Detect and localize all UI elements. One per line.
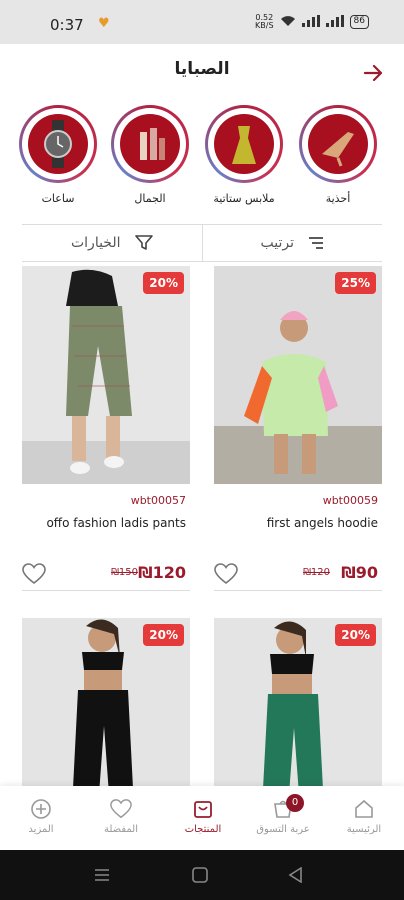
product-card[interactable]: 25% wbt00059 first angels hoodie ₪90 ₪12… bbox=[214, 266, 382, 591]
product-code: wbt00057 bbox=[130, 494, 186, 507]
discount-badge: 20% bbox=[143, 272, 184, 294]
filter-funnel-icon bbox=[134, 235, 153, 250]
heart-notification-icon: ♥ bbox=[98, 16, 110, 31]
product-image[interactable]: 25% bbox=[214, 266, 382, 484]
nav-cart[interactable]: عربة التسوق 0 bbox=[248, 794, 318, 835]
plus-circle-icon bbox=[31, 799, 51, 819]
dress-icon bbox=[232, 126, 256, 164]
sort-label: ترتيب bbox=[260, 235, 295, 251]
category-label: الجمال bbox=[134, 192, 166, 205]
discount-badge: 20% bbox=[335, 624, 376, 646]
favorite-heart-icon[interactable] bbox=[22, 563, 46, 585]
product-old-price: ₪150 bbox=[111, 567, 138, 578]
category-row: أحذية ملابس ستاتية الجمال ساعات bbox=[0, 105, 404, 215]
discount-badge: 20% bbox=[143, 624, 184, 646]
home-system-icon[interactable] bbox=[192, 867, 208, 883]
product-name: offo fashion ladis pants bbox=[46, 516, 186, 530]
category-womens-clothing[interactable]: ملابس ستاتية bbox=[202, 105, 286, 205]
category-label: ملابس ستاتية bbox=[213, 192, 275, 205]
nav-favorites-label: المفضلة bbox=[103, 824, 138, 835]
favorite-heart-icon[interactable] bbox=[214, 563, 238, 585]
android-system-nav bbox=[0, 850, 404, 900]
nav-products[interactable]: المنتجات bbox=[168, 798, 238, 835]
favorites-heart-icon bbox=[110, 799, 132, 819]
status-time: 0:37 bbox=[50, 16, 84, 34]
category-label: ساعات bbox=[41, 192, 75, 205]
page-title: الصبايا bbox=[174, 59, 230, 79]
product-image[interactable]: 20% bbox=[22, 266, 190, 484]
category-beauty[interactable]: الجمال bbox=[108, 105, 192, 205]
network-speed: 0.52 KB/S bbox=[255, 13, 274, 30]
cart-count-badge: 0 bbox=[286, 794, 304, 812]
nav-cart-label: عربة التسوق bbox=[256, 824, 310, 835]
product-old-price: ₪120 bbox=[303, 567, 330, 578]
discount-badge: 25% bbox=[335, 272, 376, 294]
home-icon bbox=[355, 799, 373, 818]
nav-more[interactable]: المزيد bbox=[6, 798, 76, 835]
sort-button[interactable]: ترتيب bbox=[203, 225, 383, 261]
nav-home[interactable]: الرئيسية bbox=[329, 798, 399, 835]
product-card[interactable]: 20% wbt00057 offo fashion ladis pants ₪1… bbox=[22, 266, 190, 591]
products-bag-icon bbox=[194, 801, 212, 818]
nav-favorites[interactable]: المفضلة bbox=[86, 798, 156, 835]
heel-shoe-icon bbox=[322, 132, 354, 167]
signal-icon-2 bbox=[325, 14, 344, 30]
category-label: أحذية bbox=[325, 192, 351, 205]
bottom-nav: الرئيسية عربة التسوق 0 المنتجات المفضلة … bbox=[0, 786, 404, 850]
signal-icon bbox=[301, 14, 320, 30]
cosmetics-icon bbox=[140, 128, 165, 160]
options-label: الخيارات bbox=[70, 235, 121, 251]
product-price: ₪90 bbox=[341, 563, 378, 582]
product-name: first angels hoodie bbox=[266, 516, 378, 530]
price-row: ₪120 ₪150 bbox=[22, 561, 190, 591]
category-watches[interactable]: ساعات bbox=[16, 105, 100, 205]
nav-more-label: المزيد bbox=[28, 824, 54, 835]
category-shoes[interactable]: أحذية bbox=[296, 105, 380, 205]
options-button[interactable]: الخيارات bbox=[22, 225, 202, 261]
status-bar: 0:37 ♥ 0.52 KB/S 86 bbox=[0, 0, 404, 44]
filter-bar: الخيارات ترتيب bbox=[22, 224, 382, 262]
nav-products-label: المنتجات bbox=[184, 824, 222, 835]
nav-home-label: الرئيسية bbox=[346, 824, 382, 835]
wifi-icon bbox=[280, 15, 296, 30]
status-indicators: 0.52 KB/S 86 bbox=[255, 14, 369, 30]
battery-indicator: 86 bbox=[349, 15, 369, 29]
back-system-icon[interactable] bbox=[288, 867, 302, 883]
recent-apps-icon[interactable] bbox=[94, 868, 110, 882]
price-row: ₪90 ₪120 bbox=[214, 561, 382, 591]
watch-icon bbox=[44, 120, 72, 168]
app-header: الصبايا bbox=[0, 44, 404, 94]
back-arrow-icon[interactable] bbox=[362, 62, 384, 84]
sort-lines-icon bbox=[309, 237, 323, 249]
product-price: ₪120 bbox=[138, 563, 186, 582]
product-code: wbt00059 bbox=[322, 494, 378, 507]
